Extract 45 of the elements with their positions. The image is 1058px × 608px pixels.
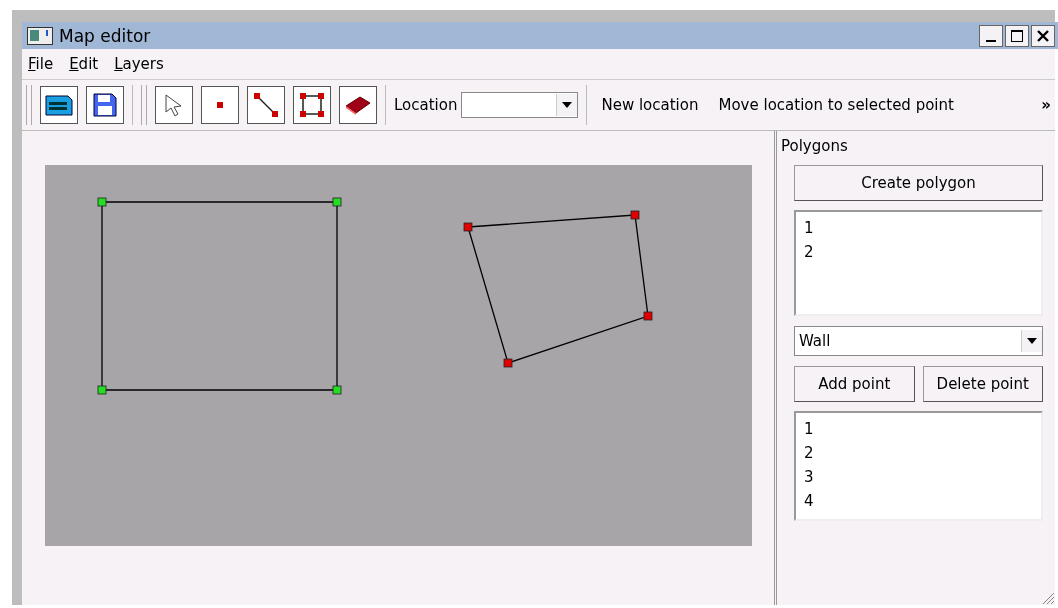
list-item[interactable]: 1	[804, 216, 814, 240]
list-item[interactable]: 3	[804, 465, 814, 489]
panel-title: Polygons	[781, 137, 849, 155]
tool-button[interactable]	[201, 86, 239, 124]
menu-item[interactable]: Edit	[69, 55, 99, 73]
menu-item[interactable]: File	[28, 55, 54, 73]
line-icon	[253, 92, 279, 118]
create-polygon-button[interactable]: Create polygon	[794, 165, 1043, 201]
app-icon	[27, 26, 53, 45]
save-icon	[92, 92, 118, 118]
location-dropdown[interactable]	[461, 92, 579, 118]
resize-grip-icon[interactable]	[1041, 591, 1055, 605]
polygon[interactable]	[463, 210, 653, 368]
dropdown-arrow-icon	[1027, 338, 1037, 344]
dropdown-arrow-icon	[562, 102, 573, 108]
list-item[interactable]: 1	[804, 417, 814, 441]
eraser-icon	[344, 94, 372, 116]
tool-button[interactable]	[339, 86, 377, 124]
maximize-button[interactable]	[1005, 24, 1029, 47]
point-icon	[216, 101, 224, 109]
save-button[interactable]	[86, 86, 124, 124]
polygon-icon	[299, 92, 325, 118]
add-point-button[interactable]: Add point	[794, 366, 915, 402]
list-item[interactable]: 4	[804, 489, 814, 513]
menu-item[interactable]: Layers	[114, 55, 164, 73]
toolbar-action[interactable]: Move location to selected point	[712, 96, 960, 114]
close-icon	[1036, 28, 1050, 43]
tool-button[interactable]	[293, 86, 331, 124]
tool-button[interactable]	[155, 86, 193, 124]
toolbar-action[interactable]: New location	[595, 96, 705, 114]
location-label: Location	[394, 96, 458, 114]
minimize-icon	[986, 39, 996, 42]
polygon[interactable]	[97, 197, 342, 395]
tool-button[interactable]	[247, 86, 285, 124]
window-title: Map editor	[59, 25, 151, 46]
minimize-button[interactable]	[979, 24, 1003, 47]
map-file-icon	[44, 93, 74, 117]
maximize-icon	[1010, 28, 1024, 43]
overflow-button[interactable]: »	[1035, 96, 1055, 114]
delete-point-button[interactable]: Delete point	[922, 366, 1043, 402]
type-dropdown[interactable]: Wall	[794, 326, 1043, 356]
list-item[interactable]: 2	[804, 441, 814, 465]
close-button[interactable]	[1031, 24, 1055, 47]
list-item[interactable]: 2	[804, 240, 814, 264]
open-map-button[interactable]	[40, 86, 78, 124]
